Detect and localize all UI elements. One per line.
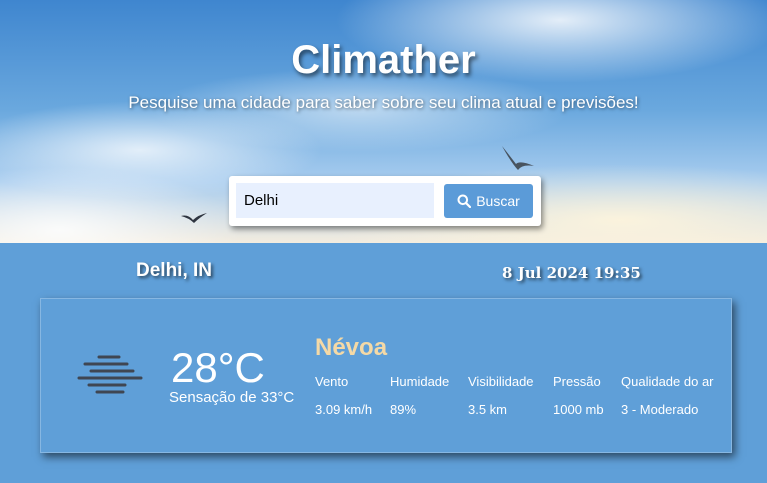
metric-value-air-quality: 3 - Moderado: [621, 402, 699, 417]
search-button[interactable]: Buscar: [444, 184, 533, 218]
metric-value-visibility: 3.5 km: [468, 402, 508, 417]
search-input[interactable]: [236, 183, 434, 218]
search-icon: [457, 194, 472, 208]
mist-icon: [77, 355, 143, 394]
metric-label-air-quality: Qualidade do ar: [621, 374, 714, 389]
metric-label-wind: Vento: [315, 374, 349, 389]
metric-value-wind: 3.09 km/h: [315, 402, 373, 417]
temperature: 28°C: [171, 344, 265, 391]
metric-label-visibility: Visibilidade: [468, 374, 534, 389]
metric-value-pressure: 1000 mb: [553, 402, 604, 417]
search-box: Buscar: [229, 176, 541, 226]
seagull-image: [181, 213, 207, 223]
search-button-label: Buscar: [476, 193, 520, 209]
feels-like: Sensação de 33°C: [169, 389, 295, 406]
metric-value-humidity: 89%: [390, 402, 417, 417]
weather-condition: Névoa: [315, 334, 388, 361]
city-name: Delhi, IN: [136, 260, 213, 281]
hero-banner: Climather Pesquise uma cidade para saber…: [0, 0, 767, 243]
weather-card: 28°C Sensação de 33°C Névoa Vento 3.09 k…: [40, 298, 732, 453]
metric-label-pressure: Pressão: [553, 374, 601, 389]
seagull-image: [502, 146, 534, 170]
metric-label-humidity: Humidade: [390, 374, 450, 389]
local-datetime: 8 Jul 2024 19:35: [502, 264, 641, 282]
app-subtitle: Pesquise uma cidade para saber sobre seu…: [128, 93, 639, 112]
app-title: Climather: [291, 38, 476, 82]
